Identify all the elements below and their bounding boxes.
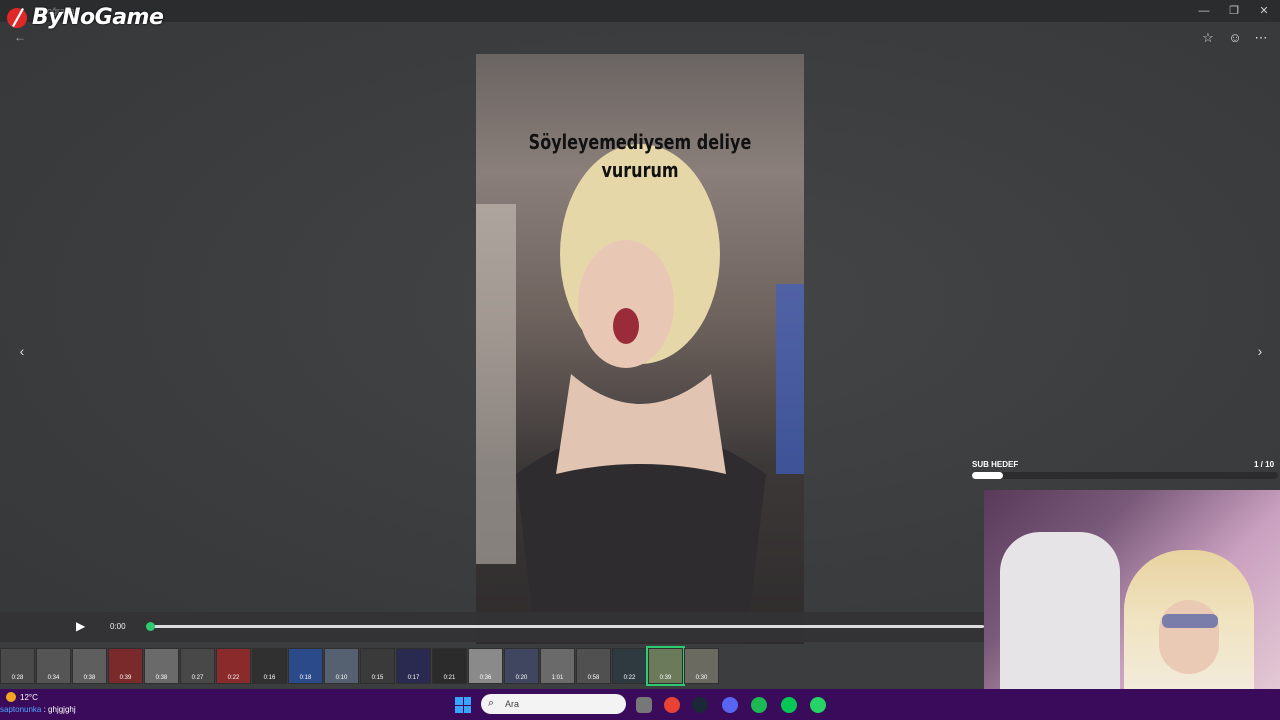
thumbnail-duration: 0:38: [155, 675, 168, 681]
sub-goal-count: 1 / 10: [1254, 460, 1275, 469]
video-thumbnail[interactable]: 0:17: [396, 648, 431, 684]
thumbnail-duration: 0:10: [335, 675, 348, 681]
chevron-right-icon[interactable]: ›: [1252, 343, 1268, 359]
spotify-icon[interactable]: [751, 697, 767, 713]
chat-line: saptonunka : ghjgjghj: [0, 705, 76, 714]
streamer-face: [1159, 600, 1219, 674]
video-thumbnail[interactable]: 0:20: [504, 648, 539, 684]
video-thumbnail[interactable]: 0:38: [72, 648, 107, 684]
seek-bar[interactable]: [150, 625, 984, 628]
video-thumbnail[interactable]: 0:27: [180, 648, 215, 684]
video-thumbnail[interactable]: 0:28: [0, 648, 35, 684]
caption-line-1: Söyleyemediysem deliye: [528, 130, 752, 154]
video-thumbnail[interactable]: 0:38: [144, 648, 179, 684]
back-icon[interactable]: ←: [14, 30, 26, 44]
thumbnail-duration: 0:39: [659, 675, 672, 681]
chevron-left-icon[interactable]: ‹: [14, 343, 30, 359]
video-thumbnail[interactable]: 0:39: [646, 646, 685, 686]
video-thumbnail[interactable]: 0:58: [576, 648, 611, 684]
chat-username: saptonunka: [0, 705, 42, 714]
smiley-icon[interactable]: ☺: [1227, 30, 1243, 46]
video-thumbnail[interactable]: 0:22: [216, 648, 251, 684]
video-thumbnail[interactable]: 0:21: [432, 648, 467, 684]
thumbnail-duration: 0:21: [443, 675, 456, 681]
weather-icon: [6, 692, 16, 702]
sub-goal-bar: [972, 472, 1278, 479]
video-thumbnail[interactable]: 0:34: [36, 648, 71, 684]
video-thumbnail[interactable]: 0:30: [684, 648, 719, 684]
thumbnail-duration: 0:17: [407, 675, 420, 681]
minimize-button[interactable]: —: [1196, 3, 1212, 19]
webcam-overlay: [984, 490, 1280, 720]
video-thumbnail[interactable]: 0:22: [612, 648, 647, 684]
thumbnail-strip: 0:28 0:34 0:38 0:39 0:38 0:27 0:22 0:16 0:18 0:10…: [0, 646, 719, 686]
search-icon: ⌕: [488, 697, 495, 709]
whatsapp-icon[interactable]: [810, 697, 826, 713]
chrome-icon[interactable]: [664, 697, 680, 713]
video-thumbnail[interactable]: 0:18: [288, 648, 323, 684]
thumbnail-duration: 0:15: [371, 675, 384, 681]
thumbnail-duration: 0:58: [587, 675, 600, 681]
video-thumbnail[interactable]: 0:36: [468, 648, 503, 684]
thumbnail-duration: 0:34: [47, 675, 60, 681]
thumbnail-duration: 1:01: [551, 675, 564, 681]
close-button[interactable]: ✕: [1256, 3, 1272, 19]
thumbnail-duration: 0:36: [479, 675, 492, 681]
star-icon[interactable]: ☆: [1200, 30, 1216, 46]
video-thumbnail[interactable]: 0:15: [360, 648, 395, 684]
seek-handle[interactable]: [146, 622, 155, 631]
thumbnail-duration: 0:27: [191, 675, 204, 681]
playback-time: 0:00: [110, 622, 126, 631]
video-frame[interactable]: Söyleyemediysem deliye vururum: [476, 54, 804, 644]
thumbnail-duration: 0:22: [623, 675, 636, 681]
sub-goal-fill: [972, 472, 1003, 479]
weather-temp: 12°C: [20, 692, 38, 702]
search-placeholder: Ara: [505, 699, 520, 709]
streamer-glasses: [1162, 614, 1218, 628]
video-thumbnail[interactable]: 1:01: [540, 648, 575, 684]
weather-widget[interactable]: 12°C: [6, 692, 38, 702]
video-thumbnail[interactable]: 0:10: [324, 648, 359, 684]
sub-goal-label: SUB HEDEF: [972, 460, 1019, 469]
chat-message: : ghjgjghj: [41, 705, 76, 714]
video-thumbnail[interactable]: 0:16: [252, 648, 287, 684]
bynogame-logo-icon: [7, 8, 27, 28]
thumbnail-duration: 0:20: [515, 675, 528, 681]
taskbar-search[interactable]: ⌕ Ara: [481, 694, 626, 714]
bynogame-logo: ByNoGame: [6, 2, 164, 32]
more-icon[interactable]: ⋯: [1253, 30, 1269, 46]
video-caption: Söyleyemediysem deliye vururum: [509, 128, 771, 184]
thumbnail-duration: 0:18: [299, 675, 312, 681]
thumbnail-duration: 0:38: [83, 675, 96, 681]
steam-icon[interactable]: [692, 697, 708, 713]
restore-button[interactable]: ❐: [1226, 3, 1242, 19]
play-icon[interactable]: ▶: [76, 619, 90, 633]
start-icon[interactable]: [455, 697, 471, 713]
logo-text: ByNoGame: [32, 4, 164, 30]
files-icon[interactable]: [636, 697, 652, 713]
thumbnail-duration: 0:39: [119, 675, 132, 681]
thumbnail-duration: 0:30: [695, 675, 708, 681]
line-icon[interactable]: [781, 697, 797, 713]
discord-icon[interactable]: [722, 697, 738, 713]
thumbnail-duration: 0:22: [227, 675, 240, 681]
title-bar: [0, 0, 1280, 22]
thumbnail-duration: 0:28: [11, 675, 24, 681]
caption-line-2: vururum: [601, 158, 679, 182]
thumbnail-duration: 0:16: [263, 675, 276, 681]
video-thumbnail[interactable]: 0:39: [108, 648, 143, 684]
